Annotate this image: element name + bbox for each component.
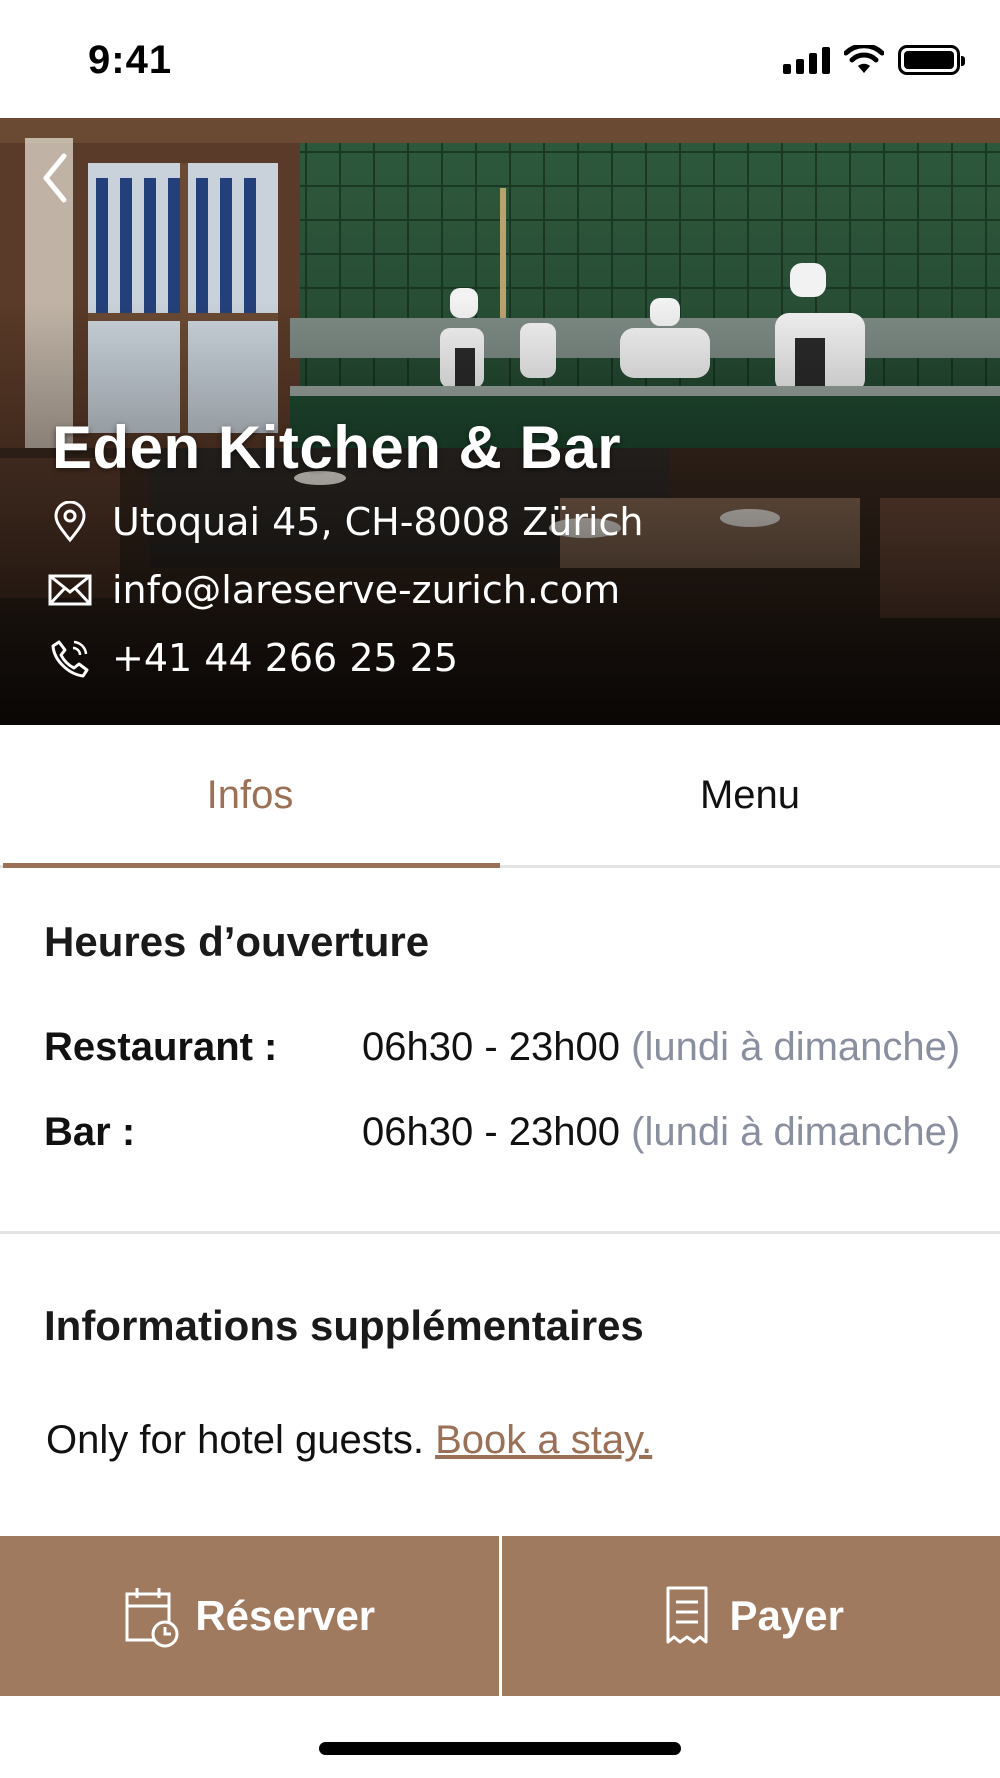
tab-infos[interactable]: Infos (0, 725, 500, 868)
tab-menu[interactable]: Menu (500, 725, 1000, 865)
reserve-label: Réserver (195, 1592, 376, 1639)
status-icons (783, 44, 965, 76)
guests-only-text: Only for hotel guests. (46, 1418, 424, 1462)
hours-row-restaurant: Restaurant : 06h30 - 23h00 (lundi à dima… (44, 1025, 964, 1075)
home-indicator (319, 1742, 681, 1755)
back-button[interactable] (36, 148, 76, 208)
envelope-icon (48, 568, 92, 612)
hours-value: 06h30 - 23h00 (lundi à dimanche) (362, 1025, 960, 1070)
book-a-stay-link[interactable]: Book a stay. (435, 1418, 652, 1462)
phone-row[interactable]: +41 44 266 25 25 (48, 636, 458, 680)
phone-icon (48, 636, 92, 680)
tab-bar: Infos Menu (0, 725, 1000, 868)
hours-label: Bar : (44, 1110, 136, 1154)
status-time: 9:41 (88, 38, 173, 82)
section-divider (0, 1231, 1000, 1234)
receipt-icon (666, 1586, 708, 1644)
cellular-signal-icon (783, 46, 830, 74)
hours-value: 06h30 - 23h00 (lundi à dimanche) (362, 1110, 960, 1155)
action-bar: Réserver Payer (0, 1536, 1000, 1696)
address-text: Utoquai 45, CH-8008 Zürich (112, 500, 644, 544)
hours-row-bar: Bar : 06h30 - 23h00 (lundi à dimanche) (44, 1110, 964, 1160)
hours-time: 06h30 - 23h00 (362, 1110, 621, 1154)
address-row[interactable]: Utoquai 45, CH-8008 Zürich (48, 500, 643, 544)
additional-info-text: Only for hotel guests. Book a stay. (46, 1418, 652, 1463)
hours-days: (lundi à dimanche) (631, 1025, 961, 1069)
restaurant-hero: Eden Kitchen & Bar Utoquai 45, CH-8008 Z… (0, 118, 1000, 725)
pay-label: Payer (729, 1592, 844, 1639)
restaurant-name: Eden Kitchen & Bar (52, 414, 622, 481)
hours-days: (lundi à dimanche) (631, 1110, 961, 1154)
email-row[interactable]: info@lareserve-zurich.com (48, 568, 620, 612)
status-bar: 9:41 (0, 0, 1000, 118)
back-arrow-icon (43, 153, 67, 203)
calendar-clock-icon (125, 1588, 179, 1648)
battery-icon (898, 45, 965, 75)
phone-text: +41 44 266 25 25 (112, 636, 459, 680)
additional-info-title: Informations supplémentaires (44, 1302, 644, 1349)
hours-label: Restaurant : (44, 1025, 278, 1069)
opening-hours-title: Heures d’ouverture (44, 918, 430, 965)
email-text: info@lareserve-zurich.com (112, 568, 621, 612)
reserve-button[interactable]: Réserver (0, 1536, 499, 1696)
hours-time: 06h30 - 23h00 (362, 1025, 621, 1069)
wifi-icon (844, 45, 884, 73)
location-pin-icon (48, 500, 92, 544)
pay-button[interactable]: Payer (502, 1536, 1000, 1696)
